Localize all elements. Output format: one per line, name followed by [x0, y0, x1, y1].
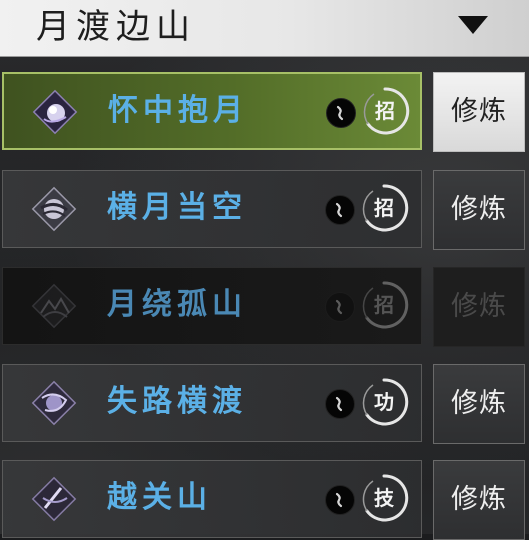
link-icon — [325, 292, 355, 322]
moon-orb-icon — [32, 89, 78, 135]
skill-type-text: 技 — [374, 486, 394, 510]
train-button-1[interactable]: 修炼 — [433, 72, 525, 152]
skill-row-2[interactable]: 横月当空 招 — [2, 170, 422, 248]
skill-row-1[interactable]: 怀中抱月 招 — [2, 72, 422, 150]
skill-row-5[interactable]: 越关山 技 — [2, 460, 422, 538]
mountain-swirl-icon — [31, 283, 77, 329]
skill-row-3[interactable]: 月绕孤山 招 — [2, 267, 422, 345]
link-icon — [325, 389, 355, 419]
skill-type-text: 招 — [374, 293, 394, 317]
skill-type-badge: 招 — [359, 280, 409, 330]
skill-name: 失路横渡 — [107, 384, 247, 419]
skill-set-dropdown[interactable]: 月渡边山 — [0, 0, 529, 57]
skill-name: 怀中抱月 — [108, 93, 248, 128]
train-button-3[interactable]: 修炼 — [433, 267, 525, 347]
link-icon — [326, 98, 356, 128]
triangle-down-icon[interactable] — [458, 16, 488, 34]
train-button-2[interactable]: 修炼 — [433, 170, 525, 250]
crescent-slash-icon — [31, 186, 77, 232]
skill-type-badge: 功 — [359, 377, 409, 427]
skill-type-badge: 技 — [359, 473, 409, 523]
skill-type-text: 招 — [374, 196, 394, 220]
skill-name: 月绕孤山 — [107, 287, 247, 322]
orb-swirl-icon — [31, 380, 77, 426]
link-icon — [325, 195, 355, 225]
skill-type-text: 功 — [374, 390, 394, 414]
skill-row-4[interactable]: 失路横渡 功 — [2, 364, 422, 442]
skill-name: 越关山 — [107, 480, 212, 515]
train-button-4[interactable]: 修炼 — [433, 364, 525, 444]
skill-name: 横月当空 — [107, 190, 247, 225]
blade-swirl-icon — [31, 476, 77, 522]
train-button-5[interactable]: 修炼 — [433, 460, 525, 540]
skill-set-title: 月渡边山 — [36, 7, 196, 47]
skill-type-text: 招 — [375, 99, 395, 123]
skill-type-badge: 招 — [359, 183, 409, 233]
link-icon — [325, 485, 355, 515]
skill-type-badge: 招 — [360, 86, 410, 136]
